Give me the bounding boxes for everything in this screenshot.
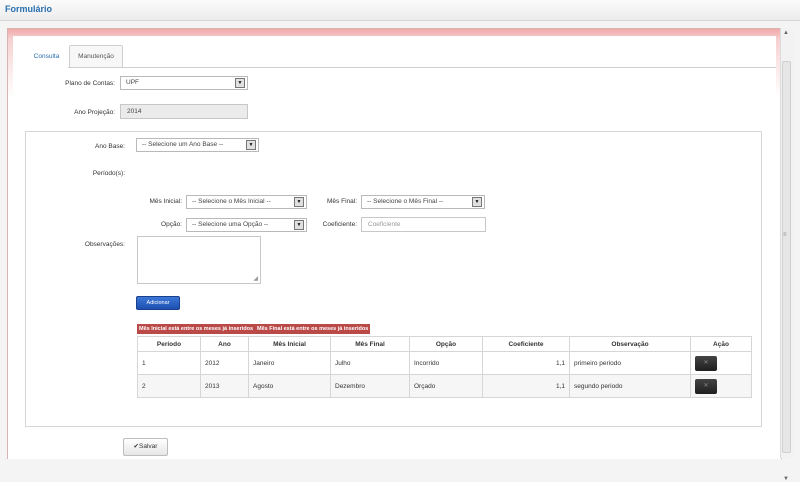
cell-periodo: 1 [137, 351, 201, 375]
trash-icon: ✕ [703, 382, 709, 389]
delete-row-button[interactable]: ✕ [695, 355, 717, 371]
table-row: 1 2012 Janeiro Julho Incorrido 1,1 prime… [137, 351, 752, 375]
window-titlebar: Formulário [0, 0, 800, 21]
scroll-grip-icon: ≡ [783, 232, 787, 238]
coeficiente-label: Coeficiente: [322, 221, 357, 228]
form-content: Consulta Manutenção Plano de Contas: UPF… [13, 36, 776, 458]
resize-grip-icon[interactable]: ◢ [253, 275, 258, 282]
trash-icon: ✕ [703, 359, 709, 366]
column-header-opcao[interactable]: Opção [409, 336, 483, 352]
column-header-observacao[interactable]: Observação [569, 336, 691, 352]
column-header-coeficiente[interactable]: Coeficiente [482, 336, 570, 352]
error-badge-mes-inicial: Mês Inicial está entre os meses já inser… [137, 324, 256, 334]
cell-opcao: Orçado [409, 374, 483, 398]
mes-inicial-label: Mês Inicial: [149, 198, 182, 205]
column-header-mes-inicial[interactable]: Mês Inicial [248, 336, 331, 352]
cell-ano: 2012 [200, 351, 249, 375]
cell-ano: 2013 [200, 374, 249, 398]
tab-consulta[interactable]: Consulta [25, 45, 68, 67]
add-button[interactable]: Adicionar [136, 296, 180, 310]
cell-coeficiente: 1,1 [482, 351, 570, 375]
column-header-ano[interactable]: Ano [200, 336, 249, 352]
ano-base-label: Ano Base: [95, 143, 125, 150]
mes-final-label: Mês Final: [327, 198, 357, 205]
save-button[interactable]: ✔Salvar [123, 438, 168, 456]
cell-observacao: primeiro periodo [569, 351, 691, 375]
mes-final-select[interactable]: -- Selecione o Mês Final -- ▼ [361, 195, 485, 209]
opcao-value: -- Selecione uma Opção -- [192, 221, 269, 228]
dropdown-arrow-icon[interactable]: ▼ [235, 78, 245, 88]
periodos-table: Período Ano Mês Inicial Mês Final Opção … [137, 336, 752, 398]
mes-inicial-value: -- Selecione o Mês Inicial -- [192, 198, 271, 205]
vertical-scrollbar[interactable]: ▲ ≡ ▼ [780, 28, 793, 482]
error-messages: Mês Inicial está entre os meses já inser… [137, 324, 371, 334]
plano-contas-value: UPF [126, 79, 139, 86]
column-header-mes-final[interactable]: Mês Final [330, 336, 410, 352]
cell-periodo: 2 [137, 374, 201, 398]
save-button-label: Salvar [139, 443, 158, 450]
column-header-periodo[interactable]: Período [137, 336, 201, 352]
dropdown-arrow-icon[interactable]: ▼ [246, 140, 256, 150]
cell-acao: ✕ [690, 374, 752, 398]
tab-divider [68, 67, 776, 68]
scroll-up-icon[interactable]: ▲ [783, 30, 789, 36]
plano-contas-select[interactable]: UPF ▼ [120, 76, 248, 90]
scrollbar-thumb[interactable] [782, 61, 791, 453]
window-title: Formulário [5, 4, 53, 14]
table-header-row: Período Ano Mês Inicial Mês Final Opção … [137, 336, 752, 352]
ano-projecao-label: Ano Projeção: [74, 109, 115, 116]
coeficiente-input[interactable]: Coeficiente [361, 217, 486, 232]
ano-base-select[interactable]: -- Selecione um Ano Base -- ▼ [136, 138, 259, 152]
plano-contas-label: Plano de Contas: [65, 80, 115, 87]
cell-coeficiente: 1,1 [482, 374, 570, 398]
scroll-down-icon[interactable]: ▼ [783, 476, 789, 482]
cell-mes-inicial: Agosto [248, 374, 331, 398]
cell-acao: ✕ [690, 351, 752, 375]
ano-projecao-field: 2014 [120, 104, 248, 119]
add-button-label: Adicionar [146, 300, 170, 306]
opcao-select[interactable]: -- Selecione uma Opção -- ▼ [186, 218, 307, 232]
observacoes-textarea[interactable]: ◢ [137, 236, 261, 284]
column-header-acao: Ação [690, 336, 752, 352]
mes-inicial-select[interactable]: -- Selecione o Mês Inicial -- ▼ [186, 195, 307, 209]
cell-opcao: Incorrido [409, 351, 483, 375]
cell-observacao: segundo periodo [569, 374, 691, 398]
cell-mes-final: Julho [330, 351, 410, 375]
cell-mes-final: Dezembro [330, 374, 410, 398]
tab-manutencao[interactable]: Manutenção [69, 45, 123, 67]
cell-mes-inicial: Janeiro [248, 351, 331, 375]
mes-final-value: -- Selecione o Mês Final -- [367, 198, 444, 205]
table-row: 2 2013 Agosto Dezembro Orçado 1,1 segund… [137, 374, 752, 398]
error-badge-mes-final: Mês Final está entre os meses já inserid… [255, 324, 371, 334]
delete-row-button[interactable]: ✕ [695, 378, 717, 394]
observacoes-label: Observações: [84, 241, 125, 248]
periodos-label: Período(s): [92, 170, 125, 177]
opcao-label: Opção: [161, 221, 182, 228]
dropdown-arrow-icon[interactable]: ▼ [472, 197, 482, 207]
ano-base-value: -- Selecione um Ano Base -- [142, 141, 224, 148]
